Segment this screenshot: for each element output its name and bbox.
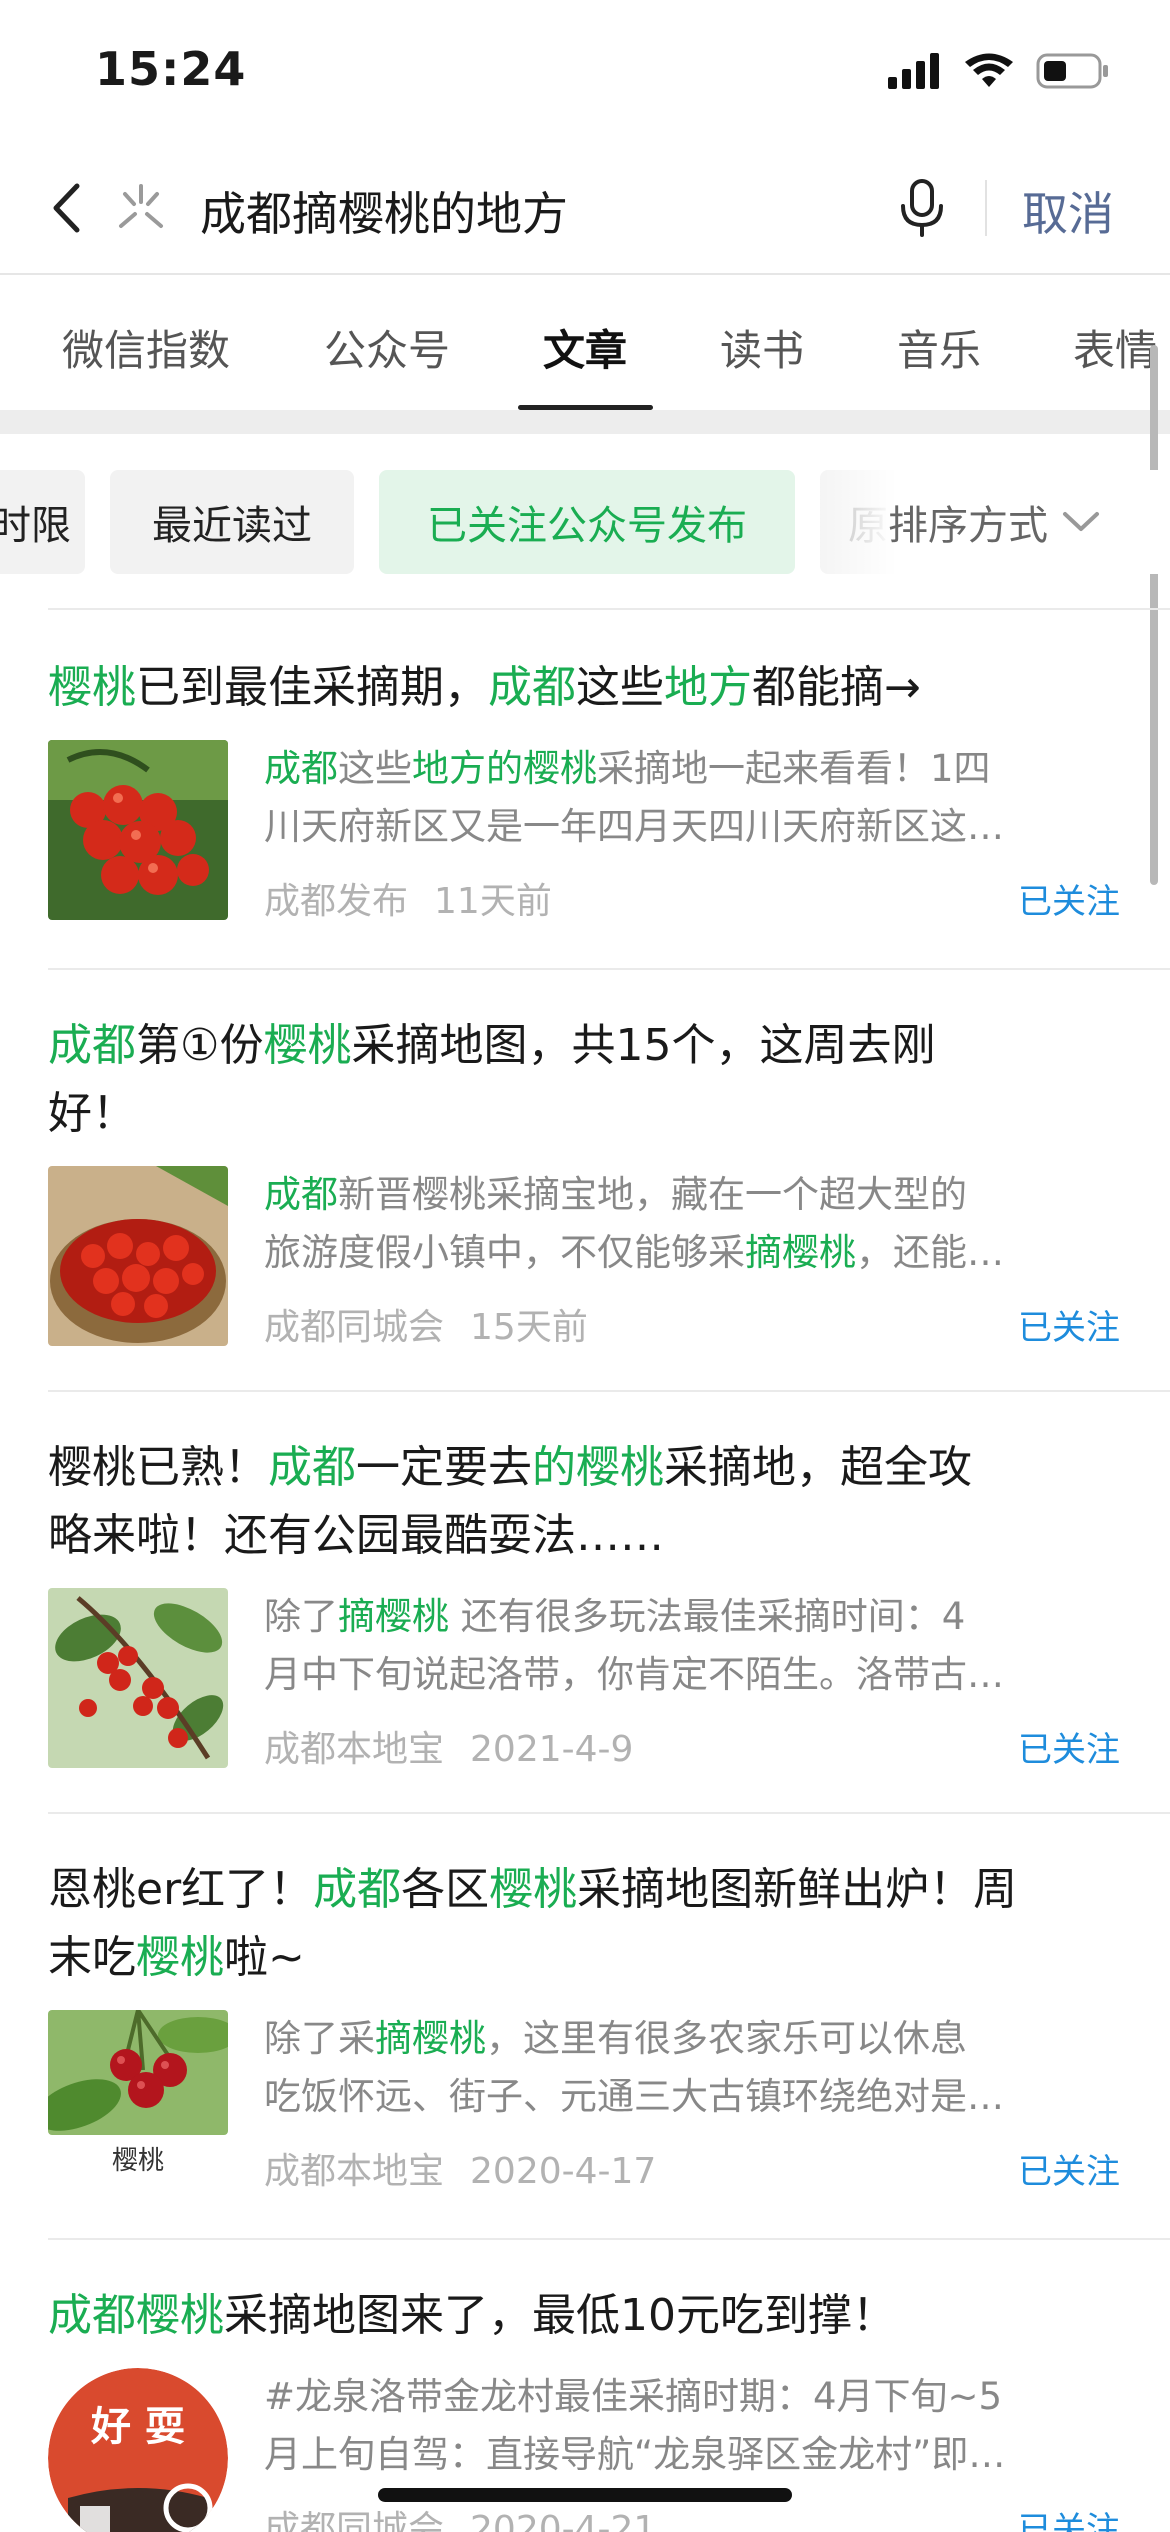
filter-chip-recently-read[interactable]: 最近读过 — [110, 470, 354, 574]
article-snippet-line: 川天府新区又是一年四月天四川天府新区这… — [264, 805, 1004, 848]
divider — [48, 608, 1170, 610]
article-card[interactable]: 樱桃已熟！成都一定要去的樱桃采摘地，超全攻 略来啦！还有公园最酷耍法…… 除了摘樱… — [48, 1434, 1120, 1770]
tab-books[interactable]: 读书 — [720, 317, 804, 378]
article-snippet: 除了采摘樱桃，这里有很多农家乐可以休息 吃饭怀远、街子、元通三大古镇环绕绝对是… — [264, 2010, 1120, 2126]
article-title-part: 成都 — [488, 662, 576, 713]
sort-dropdown[interactable]: 排序方式 — [820, 470, 1170, 574]
article-title[interactable]: 恩桃er红了！成都各区樱桃采摘地图新鲜出炉！周 末吃樱桃啦~ — [48, 1856, 1120, 1992]
article-title[interactable]: 成都樱桃采摘地图来了，最低10元吃到撑！ — [48, 2282, 1120, 2350]
wifi-icon — [965, 53, 1013, 87]
article-meta: 成都同城会 15天前 — [264, 1298, 588, 1350]
article-title[interactable]: 樱桃已熟！成都一定要去的樱桃采摘地，超全攻 略来啦！还有公园最酷耍法…… — [48, 1434, 1120, 1570]
article-snippet-line: 成都这些地方的樱桃采摘地一起来看看！1四 — [264, 747, 991, 790]
article-time: 2021-4-9 — [470, 1729, 634, 1770]
article-title[interactable]: 樱桃已到最佳采摘期，成都这些地方都能摘→ — [48, 654, 1120, 722]
scrollbar[interactable] — [1150, 345, 1158, 885]
search-input[interactable]: 成都摘樱桃的地方 — [200, 178, 568, 244]
article-thumbnail — [48, 2010, 228, 2135]
article-title-part: 樱桃 — [136, 1932, 224, 1983]
divider — [48, 968, 1170, 970]
followed-label: 已关注 — [1018, 2152, 1120, 2192]
article-snippet: 成都这些地方的樱桃采摘地一起来看看！1四 川天府新区又是一年四月天四川天府新区这… — [264, 740, 1120, 856]
divider — [48, 2238, 1170, 2240]
article-source[interactable]: 成都同城会 — [264, 2509, 444, 2532]
article-snippet-line: 旅游度假小镇中，不仅能够采摘樱桃，还能… — [264, 1231, 1004, 1274]
search-spark-icon — [119, 184, 163, 228]
article-snippet-line: 月上旬自驾：直接导航“龙泉驿区金龙村”即… — [264, 2433, 1006, 2476]
article-card[interactable]: 樱桃已到最佳采摘期，成都这些地方都能摘→ 成都这些地方的樱桃采摘地一起来看看！1… — [48, 654, 1120, 922]
tab-stickers[interactable]: 表情 — [1073, 317, 1157, 378]
status-icons — [888, 52, 1110, 90]
article-title-part: 成都樱桃 — [48, 2290, 224, 2341]
article-snippet-line: 成都新晋樱桃采摘宝地，藏在一个超大型的 — [264, 1173, 967, 1216]
divider — [48, 1390, 1170, 1392]
article-time: 2020-4-17 — [470, 2151, 657, 2192]
article-snippet-line: 除了采摘樱桃，这里有很多农家乐可以休息 — [264, 2017, 967, 2060]
article-title-part: 的樱桃 — [532, 1442, 664, 1493]
article-source[interactable]: 成都发布 — [264, 881, 408, 922]
article-snippet: 除了摘樱桃 还有很多玩法最佳采摘时间：4 月中下旬说起洛带，你肯定不陌生。洛带古… — [264, 1588, 1120, 1704]
filter-bar: 时限 最近读过 已关注公众号发布 原 排序方式 — [0, 470, 1170, 575]
article-title-part: 成都 — [268, 1442, 356, 1493]
followed-label: 已关注 — [1018, 882, 1120, 922]
article-title-part: 樱桃 — [489, 1864, 578, 1915]
article-title-part: 樱桃 — [48, 662, 136, 713]
search-bar: 成都摘樱桃的地方 取消 — [0, 140, 1170, 275]
chevron-down-icon — [1063, 512, 1099, 531]
article-title[interactable]: 成都第①份樱桃采摘地图，共15个，这周去刚 好！ — [48, 1012, 1120, 1148]
article-title-part: 成都 — [48, 1020, 136, 1071]
article-source[interactable]: 成都同城会 — [264, 1307, 444, 1348]
tab-official-accounts[interactable]: 公众号 — [324, 317, 450, 378]
article-source[interactable]: 成都本地宝 — [264, 2151, 444, 2192]
followed-label: 已关注 — [1018, 1730, 1120, 1770]
battery-icon — [1036, 53, 1108, 89]
thumbnail-text: 好 耍 — [90, 2404, 185, 2450]
article-meta: 成都本地宝 2020-4-17 — [264, 2142, 656, 2194]
article-title-part: 成都 — [313, 1864, 402, 1915]
divider — [48, 1812, 1170, 1814]
section-separator — [0, 410, 1170, 434]
article-snippet: 成都新晋樱桃采摘宝地，藏在一个超大型的 旅游度假小镇中，不仅能够采摘樱桃，还能… — [264, 1166, 1120, 1282]
article-snippet: #龙泉洛带金龙村最佳采摘时期：4月下旬~5 月上旬自驾：直接导航“龙泉驿区金龙村… — [264, 2368, 1120, 2484]
article-source[interactable]: 成都本地宝 — [264, 1729, 444, 1770]
filter-chip-time-limit[interactable]: 时限 — [0, 470, 85, 574]
status-bar: 15:24 — [0, 0, 1170, 140]
article-time: 2020-4-21 — [470, 2509, 657, 2532]
search-tabs: 微信指数 公众号 文章 读书 音乐 表情 — [0, 275, 1170, 410]
signal-icon — [888, 53, 939, 89]
back-button[interactable] — [42, 176, 90, 240]
cancel-button[interactable]: 取消 — [1022, 178, 1114, 244]
article-thumbnail — [48, 1588, 228, 1768]
followed-label: 已关注 — [1018, 2510, 1120, 2532]
article-time: 11天前 — [434, 881, 552, 922]
article-meta: 成都本地宝 2021-4-9 — [264, 1720, 633, 1772]
article-snippet-line: #龙泉洛带金龙村最佳采摘时期：4月下旬~5 — [264, 2375, 1003, 2418]
tab-articles[interactable]: 文章 — [543, 317, 627, 378]
article-snippet-line: 月中下旬说起洛带，你肯定不陌生。洛带古… — [264, 1653, 1004, 1696]
article-title-part: 樱桃 — [263, 1020, 352, 1071]
search-divider — [985, 180, 987, 236]
thumbnail-caption: 樱桃 — [111, 2146, 164, 2176]
article-time: 15天前 — [470, 1307, 588, 1348]
home-indicator[interactable] — [378, 2488, 792, 2502]
article-snippet-line: 吃饭怀远、街子、元通三大古镇环绕绝对是… — [264, 2075, 1004, 2118]
article-snippet-line: 除了摘樱桃 还有很多玩法最佳采摘时间：4 — [264, 1595, 966, 1638]
sort-label: 排序方式 — [888, 503, 1048, 549]
filter-chip-followed-accounts[interactable]: 已关注公众号发布 — [379, 470, 795, 574]
article-card[interactable]: 恩桃er红了！成都各区樱桃采摘地图新鲜出炉！周 末吃樱桃啦~ 樱桃 除了采摘樱桃，… — [48, 1856, 1120, 2192]
chevron-left-icon — [53, 183, 80, 233]
tab-music[interactable]: 音乐 — [897, 317, 981, 378]
microphone-icon[interactable] — [898, 178, 946, 238]
article-thumbnail — [48, 1166, 228, 1346]
article-meta: 成都同城会 2020-4-21 — [264, 2500, 656, 2532]
article-card[interactable]: 成都第①份樱桃采摘地图，共15个，这周去刚 好！ 成都新晋樱桃采摘宝地，藏在一个超… — [48, 1012, 1120, 1348]
tab-wechat-index[interactable]: 微信指数 — [62, 317, 230, 378]
followed-label: 已关注 — [1018, 1308, 1120, 1348]
article-thumbnail: 好 耍 — [48, 2368, 228, 2532]
article-meta: 成都发布 11天前 — [264, 872, 552, 924]
article-thumbnail — [48, 740, 228, 920]
status-time: 15:24 — [95, 42, 247, 96]
article-title-part: 地方 — [664, 662, 752, 713]
